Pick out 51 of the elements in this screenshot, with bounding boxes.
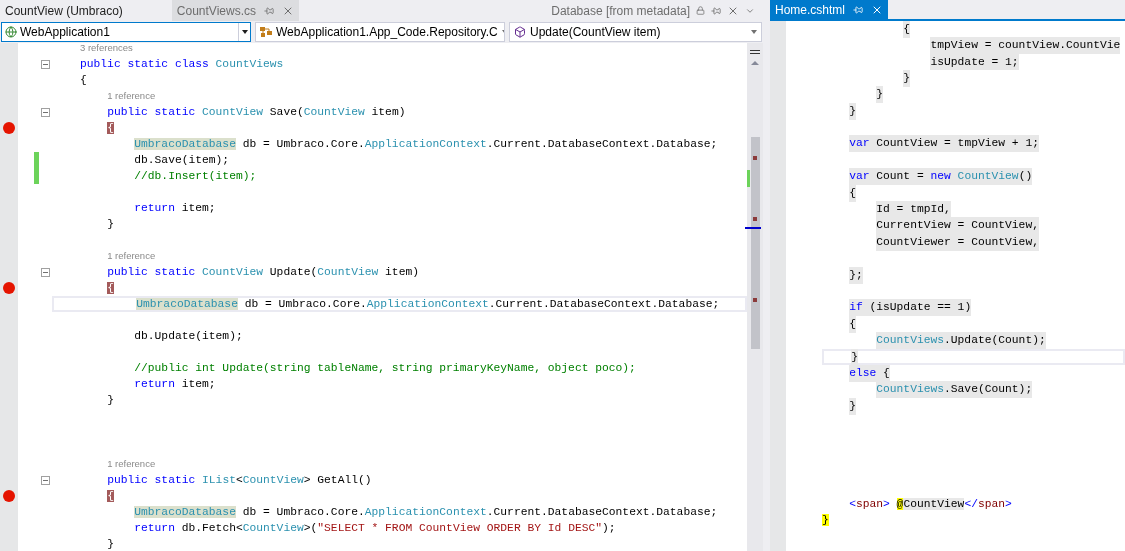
code-editor[interactable]: [770, 21, 1125, 551]
code-line: db.Update(item);: [134, 328, 243, 344]
code-line: {: [80, 72, 87, 88]
breakpoint-marker: [753, 217, 757, 221]
collapse-icon[interactable]: [41, 267, 50, 277]
caret-marker: [745, 227, 761, 229]
code-line: public static CountView Update(CountView item): [107, 264, 419, 280]
code-line: }: [107, 536, 114, 551]
code-line: UmbracoDatabase db = Umbraco.Core.ApplicationContext.Current.DatabaseContext.Database;: [134, 136, 718, 152]
scroll-up-icon[interactable]: [751, 61, 759, 65]
pin-icon[interactable]: [853, 4, 863, 15]
pin-icon[interactable]: [711, 5, 721, 16]
code-line: //public int Update(string tableName, string primaryKeyName, object poco);: [134, 360, 636, 376]
class-icon: [259, 26, 273, 38]
code-line: return db.Fetch<CountView>("SELECT * FROM CountView ORDER BY Id DESC");: [134, 520, 616, 536]
scrollbar-thumb[interactable]: [750, 137, 760, 349]
document-tab[interactable]: Home.cshtml: [770, 0, 888, 19]
document-tab[interactable]: CountViews.cs: [171, 0, 299, 21]
scrollbar[interactable]: [747, 43, 763, 551]
code-line: db.Save(item);: [134, 152, 230, 168]
breakpoint-marker: [753, 298, 757, 302]
code-line: }: [107, 392, 114, 408]
code-line: //db.Insert(item);: [134, 168, 257, 184]
code-line: return item;: [134, 200, 216, 216]
preview-tab[interactable]: Database [from metadata]: [551, 0, 763, 21]
breakpoint-marker: [753, 156, 757, 160]
code-line: public static class CountViews: [80, 56, 284, 72]
code-line: }: [107, 216, 114, 232]
reference-count-link[interactable]: 1 reference: [107, 456, 156, 472]
reference-count-link[interactable]: 1 reference: [107, 248, 156, 264]
code-line: UmbracoDatabase db = Umbraco.Core.ApplicationContext.Current.DatabaseContext.Database;: [134, 504, 718, 520]
breakpoint-icon[interactable]: [3, 282, 15, 294]
project-icon: [5, 26, 17, 38]
code-line: public static IList<CountView> GetAll(): [107, 472, 372, 488]
method-icon: [514, 26, 526, 38]
code-line: UmbracoDatabase db = Umbraco.Core.ApplicationContext.Current.DatabaseContext.Database;: [136, 296, 720, 312]
code-line: return item;: [134, 376, 216, 392]
member-dropdown[interactable]: Update(CountView item): [509, 22, 762, 42]
reference-count-link[interactable]: 1 reference: [107, 88, 156, 104]
collapse-icon[interactable]: [41, 107, 50, 117]
breakpoint-icon[interactable]: [3, 490, 15, 502]
pin-icon[interactable]: [264, 5, 274, 16]
breakpoint-icon[interactable]: [3, 122, 15, 134]
type-dropdown[interactable]: WebApplication1.App_Code.Repository.C: [255, 22, 505, 42]
collapse-icon[interactable]: [41, 59, 50, 69]
collapse-icon[interactable]: [41, 475, 50, 485]
code-line: public static CountView Save(CountView item): [107, 104, 406, 120]
lock-icon[interactable]: [696, 6, 705, 15]
change-marker: [747, 170, 750, 187]
project-dropdown[interactable]: WebApplication1: [1, 22, 251, 42]
reference-count-link[interactable]: 3 references: [80, 43, 133, 56]
